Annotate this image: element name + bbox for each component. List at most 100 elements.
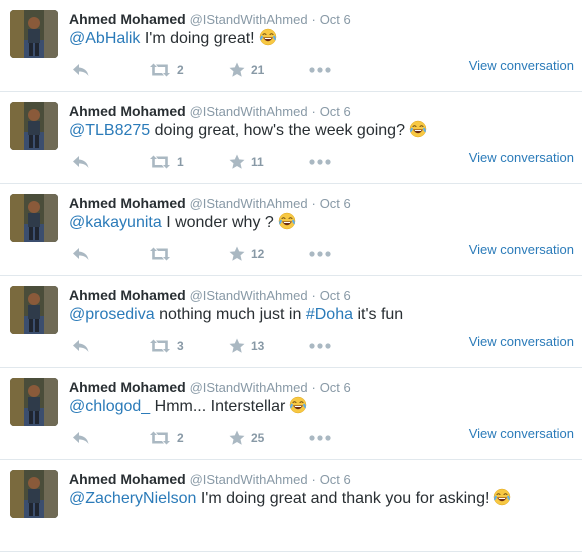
view-conversation-link[interactable]: View conversation: [469, 334, 574, 349]
tweet-item[interactable]: Ahmed Mohamed @IStandWithAhmed · Oct 6 @…: [0, 460, 582, 552]
tweet-text: @kakayunita I wonder why ?: [69, 212, 296, 234]
tweet-timestamp[interactable]: Oct 6: [320, 12, 351, 27]
tears-of-joy-emoji-icon: [278, 212, 296, 230]
author-fullname[interactable]: Ahmed Mohamed: [69, 287, 186, 303]
retweet-icon: [149, 155, 171, 169]
mention-link[interactable]: @AbHalik: [69, 30, 140, 47]
favorite-button[interactable]: 25: [229, 428, 264, 448]
tweet-item[interactable]: Ahmed Mohamed @IStandWithAhmed · Oct 6 @…: [0, 276, 582, 368]
retweet-button[interactable]: 2: [149, 60, 184, 80]
retweet-button[interactable]: [149, 244, 171, 264]
favorite-button[interactable]: 21: [229, 60, 264, 80]
retweet-count: 1: [177, 155, 184, 169]
view-conversation-link[interactable]: View conversation: [469, 426, 574, 441]
reply-button[interactable]: [72, 60, 90, 80]
tweet-timestamp[interactable]: Oct 6: [320, 288, 351, 303]
tweet-header: Ahmed Mohamed @IStandWithAhmed · Oct 6: [69, 286, 351, 305]
more-dots-icon: [309, 159, 331, 165]
tweet-text: @chlogod_ Hmm... Interstellar: [69, 396, 307, 418]
favorite-button[interactable]: 13: [229, 336, 264, 356]
tweet-actions: 12: [69, 244, 369, 264]
retweet-icon: [149, 339, 171, 353]
more-button[interactable]: [309, 60, 331, 80]
reply-arrow-icon: [72, 339, 90, 353]
mention-link[interactable]: @prosediva: [69, 306, 155, 323]
author-fullname[interactable]: Ahmed Mohamed: [69, 379, 186, 395]
meta-separator: ·: [311, 12, 316, 27]
view-conversation-link[interactable]: View conversation: [469, 242, 574, 257]
avatar[interactable]: [10, 10, 58, 58]
favorite-button[interactable]: 11: [229, 152, 264, 172]
star-icon: [229, 246, 245, 262]
favorite-count: 25: [251, 431, 265, 445]
tweet-timestamp[interactable]: Oct 6: [320, 104, 351, 119]
tweet-text: @TLB8275 doing great, how's the week goi…: [69, 120, 427, 142]
reply-arrow-icon: [72, 155, 90, 169]
reply-button[interactable]: [72, 244, 90, 264]
tweet-body: nothing much just in: [159, 306, 302, 323]
mention-link[interactable]: @ZacheryNielson: [69, 490, 196, 507]
retweet-button[interactable]: 2: [149, 428, 184, 448]
meta-separator: ·: [311, 472, 316, 487]
author-fullname[interactable]: Ahmed Mohamed: [69, 195, 186, 211]
retweet-button[interactable]: 1: [149, 152, 184, 172]
tears-of-joy-emoji-icon: [259, 28, 277, 46]
retweet-icon: [149, 431, 171, 445]
mention-link[interactable]: @kakayunita: [69, 214, 162, 231]
tweet-timeline: Ahmed Mohamed @IStandWithAhmed · Oct 6 @…: [0, 0, 582, 552]
tweet-item[interactable]: Ahmed Mohamed @IStandWithAhmed · Oct 6 @…: [0, 368, 582, 460]
more-button[interactable]: [309, 152, 331, 172]
avatar[interactable]: [10, 102, 58, 150]
view-conversation-link[interactable]: View conversation: [469, 58, 574, 73]
mention-link[interactable]: @TLB8275: [69, 122, 150, 139]
tweet-timestamp[interactable]: Oct 6: [320, 196, 351, 211]
favorite-count: 13: [251, 339, 265, 353]
avatar[interactable]: [10, 470, 58, 518]
avatar[interactable]: [10, 286, 58, 334]
tweet-item[interactable]: Ahmed Mohamed @IStandWithAhmed · Oct 6 @…: [0, 184, 582, 276]
author-username[interactable]: @IStandWithAhmed: [190, 472, 308, 487]
reply-arrow-icon: [72, 431, 90, 445]
author-fullname[interactable]: Ahmed Mohamed: [69, 471, 186, 487]
more-button[interactable]: [309, 428, 331, 448]
tweet-body-continued: it's fun: [357, 306, 404, 323]
tweet-body: I wonder why ?: [166, 214, 274, 231]
retweet-button[interactable]: 3: [149, 336, 184, 356]
favorite-count: 11: [251, 155, 264, 169]
tweet-body: doing great, how's the week going?: [154, 122, 405, 139]
tweet-item[interactable]: Ahmed Mohamed @IStandWithAhmed · Oct 6 @…: [0, 0, 582, 92]
author-username[interactable]: @IStandWithAhmed: [190, 380, 308, 395]
author-fullname[interactable]: Ahmed Mohamed: [69, 11, 186, 27]
more-dots-icon: [309, 67, 331, 73]
tweet-item[interactable]: Ahmed Mohamed @IStandWithAhmed · Oct 6 @…: [0, 92, 582, 184]
more-dots-icon: [309, 251, 331, 257]
author-fullname[interactable]: Ahmed Mohamed: [69, 103, 186, 119]
author-username[interactable]: @IStandWithAhmed: [190, 12, 308, 27]
author-username[interactable]: @IStandWithAhmed: [190, 196, 308, 211]
tweet-header: Ahmed Mohamed @IStandWithAhmed · Oct 6: [69, 102, 351, 121]
tweet-timestamp[interactable]: Oct 6: [320, 472, 351, 487]
favorite-button[interactable]: 12: [229, 244, 264, 264]
star-icon: [229, 430, 245, 446]
tweet-text: @AbHalik I'm doing great!: [69, 28, 277, 50]
mention-link[interactable]: @chlogod_: [69, 398, 150, 415]
tears-of-joy-emoji-icon: [493, 488, 511, 506]
reply-arrow-icon: [72, 247, 90, 261]
tweet-timestamp[interactable]: Oct 6: [320, 380, 351, 395]
hashtag-link[interactable]: #Doha: [306, 306, 353, 323]
reply-button[interactable]: [72, 152, 90, 172]
favorite-count: 12: [251, 247, 265, 261]
tweet-body: I'm doing great and thank you for asking…: [200, 490, 490, 507]
reply-button[interactable]: [72, 428, 90, 448]
view-conversation-link[interactable]: View conversation: [469, 150, 574, 165]
more-button[interactable]: [309, 336, 331, 356]
author-username[interactable]: @IStandWithAhmed: [190, 288, 308, 303]
tweet-body: Hmm... Interstellar: [154, 398, 286, 415]
reply-button[interactable]: [72, 336, 90, 356]
author-username[interactable]: @IStandWithAhmed: [190, 104, 308, 119]
tweet-body: I'm doing great!: [144, 30, 255, 47]
more-button[interactable]: [309, 244, 331, 264]
avatar[interactable]: [10, 194, 58, 242]
avatar[interactable]: [10, 378, 58, 426]
retweet-count: 2: [177, 63, 184, 77]
